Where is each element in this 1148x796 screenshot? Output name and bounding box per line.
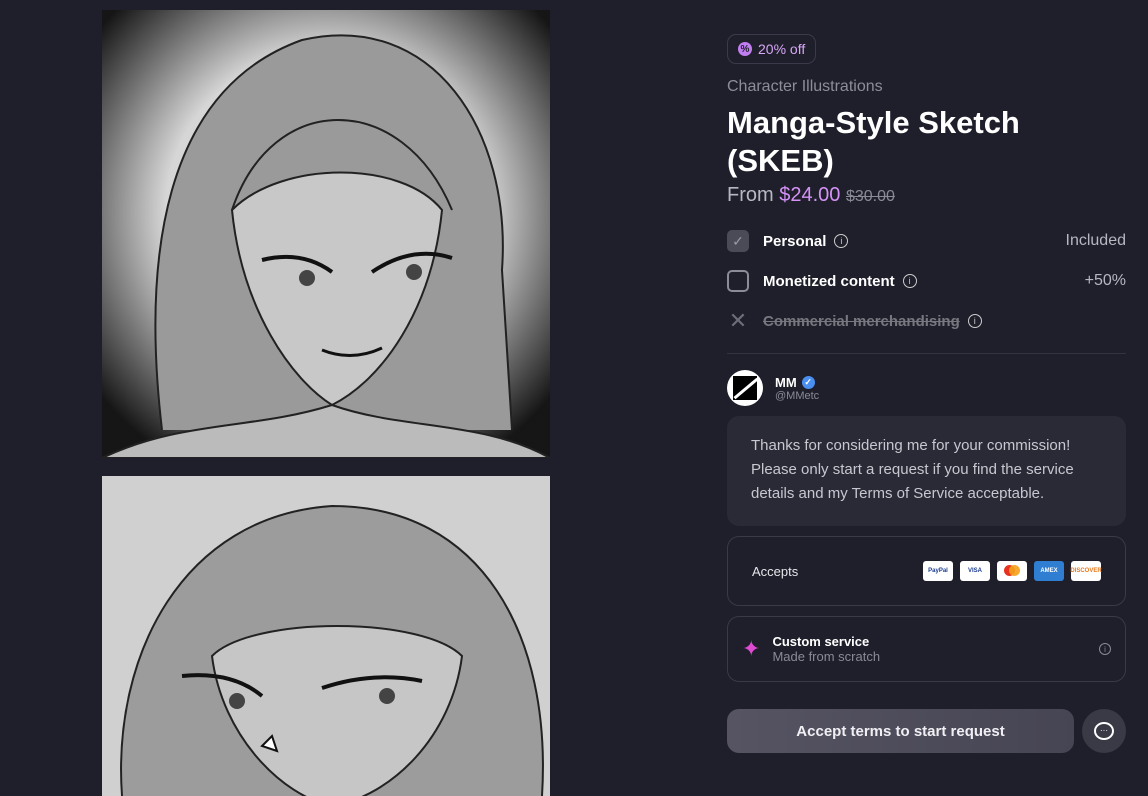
x-icon: ✕ (728, 308, 748, 333)
accepts-card: Accepts PayPal VISA AMEX DISCOVER (727, 536, 1126, 606)
paypal-icon: PayPal (923, 561, 953, 581)
gallery-image-1[interactable] (102, 10, 550, 458)
option-label: Personal (763, 232, 827, 250)
option-monetized[interactable]: Monetized content i +50% (727, 261, 1126, 301)
service-subtitle: Made from scratch (772, 649, 881, 664)
sketch-illustration-1 (102, 10, 550, 458)
checkbox-empty-icon[interactable] (727, 270, 749, 292)
custom-service-card[interactable]: ✦ Custom service Made from scratch i (727, 616, 1126, 682)
product-category[interactable]: Character Illustrations (727, 78, 1126, 96)
discount-badge: % 20% off (727, 34, 817, 64)
product-panel: % 20% off Character Illustrations Manga-… (727, 34, 1126, 682)
price-prefix: From (727, 184, 774, 206)
info-icon[interactable]: i (902, 274, 917, 288)
discover-icon: DISCOVER (1070, 561, 1102, 581)
artist-name: MM (775, 374, 797, 390)
artist-block[interactable]: MM ✓ @MMetc (727, 370, 1126, 406)
option-personal[interactable]: ✓ Personal i Included (727, 221, 1126, 261)
info-icon[interactable]: i (834, 234, 849, 248)
checkbox-checked-icon[interactable]: ✓ (727, 230, 749, 252)
option-value: +50% (1084, 272, 1126, 289)
discount-label: 20% off (758, 41, 806, 57)
option-label: Monetized content (763, 272, 895, 290)
service-title: Custom service (772, 634, 870, 649)
artist-name-row: MM ✓ (775, 375, 819, 390)
price-current: $24.00 (779, 184, 841, 206)
verified-icon: ✓ (801, 375, 815, 389)
amex-icon: AMEX (1034, 561, 1064, 581)
price-row: From $24.00 $30.00 (727, 184, 1126, 207)
info-icon[interactable]: i (1099, 643, 1111, 655)
visa-icon: VISA (960, 561, 990, 581)
chat-icon: ··· (1094, 722, 1114, 740)
gallery-image-2[interactable] (102, 476, 550, 796)
sparkle-icon: ✦ (742, 636, 761, 661)
product-title: Manga-Style Sketch (SKEB) (727, 105, 1020, 178)
option-value: Included (1065, 232, 1127, 249)
option-commercial: ✕ Commercial merchandising i (727, 301, 1126, 341)
mastercard-icon (997, 561, 1027, 581)
option-label: Commercial merchandising (763, 312, 960, 330)
payment-methods: PayPal VISA AMEX DISCOVER (923, 561, 1102, 581)
sketch-illustration-2 (102, 476, 550, 796)
start-request-button[interactable]: Accept terms to start request (727, 709, 1074, 753)
artist-message: Thanks for considering me for your commi… (727, 416, 1126, 526)
avatar[interactable] (727, 370, 763, 406)
license-options: ✓ Personal i Included Monetized content … (727, 221, 1126, 341)
divider (727, 353, 1126, 354)
chat-button[interactable]: ··· (1082, 709, 1126, 753)
accepts-label: Accepts (752, 563, 799, 579)
artist-handle: @MMetc (775, 389, 820, 402)
info-icon[interactable]: i (967, 314, 982, 328)
discount-icon: % (738, 42, 752, 56)
price-original: $30.00 (845, 188, 895, 205)
